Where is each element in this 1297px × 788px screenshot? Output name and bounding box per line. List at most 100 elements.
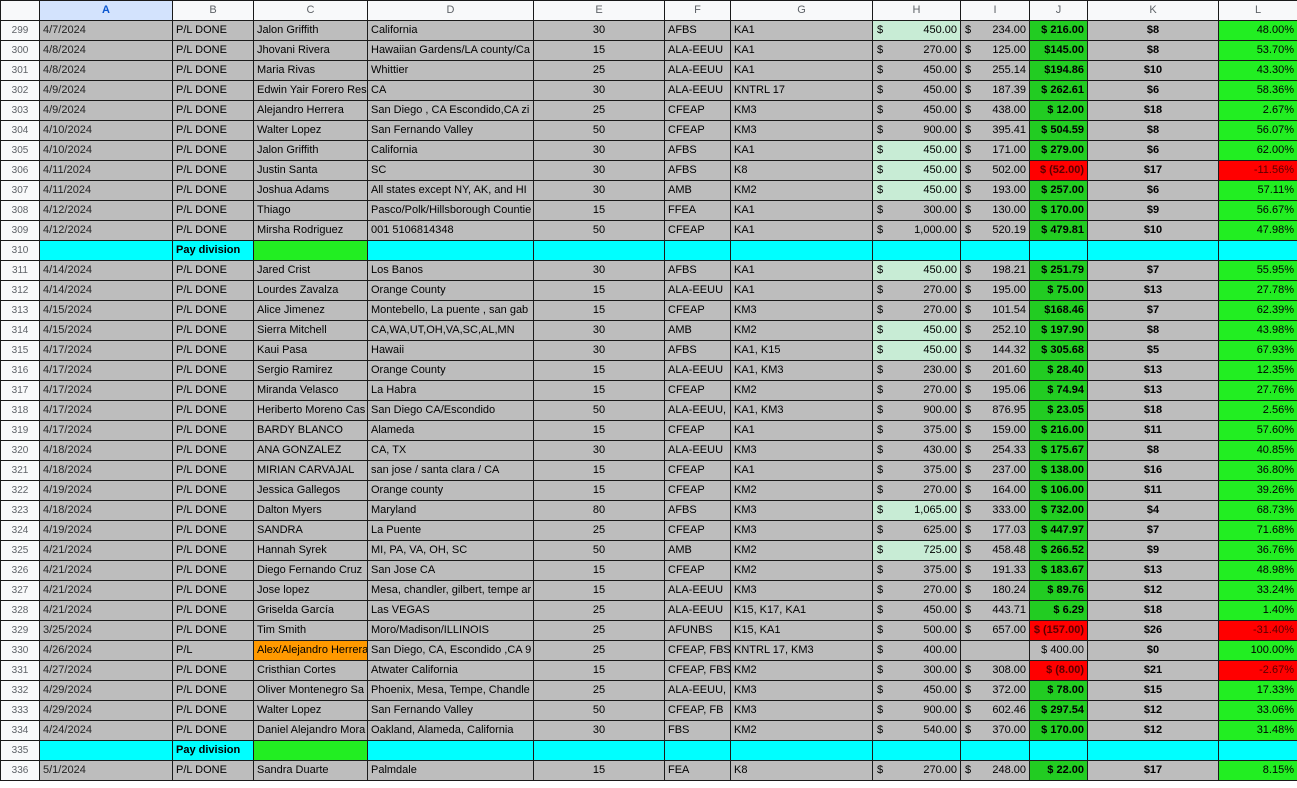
cell-program[interactable]: ALA-EEUU (664, 360, 731, 381)
cell-program[interactable]: CFEAP (664, 380, 731, 401)
cell-per-unit[interactable]: $17 (1087, 160, 1219, 181)
cell-profit[interactable]: $ 479.81 (1029, 220, 1088, 241)
cell-revenue[interactable]: $1,065.00 (872, 500, 961, 521)
cell-profit[interactable]: $ 504.59 (1029, 120, 1088, 141)
cell-program[interactable]: ALA-EEUU, (664, 400, 731, 421)
cell-margin[interactable]: 100.00% (1218, 640, 1297, 661)
cell-margin[interactable]: -11.56% (1218, 160, 1297, 181)
divider-cell[interactable] (1218, 740, 1297, 761)
cell-quantity[interactable]: 30 (533, 720, 665, 741)
cell-revenue[interactable]: $450.00 (872, 180, 961, 201)
cell-quantity[interactable]: 30 (533, 320, 665, 341)
cell-kit[interactable]: KM2 (730, 320, 873, 341)
cell-per-unit[interactable]: $18 (1087, 400, 1219, 421)
cell-program[interactable]: AFBS (664, 340, 731, 361)
cell-quantity[interactable]: 30 (533, 260, 665, 281)
cell-revenue[interactable]: $540.00 (872, 720, 961, 741)
cell-profit[interactable]: $ 170.00 (1029, 200, 1088, 221)
cell-location[interactable]: Maryland (367, 500, 534, 521)
cell-cost[interactable]: $144.32 (960, 340, 1030, 361)
row-number[interactable]: 319 (0, 420, 40, 441)
cell-status[interactable]: P/L DONE (172, 100, 254, 121)
cell-status[interactable]: P/L DONE (172, 540, 254, 561)
cell-date[interactable]: 4/12/2024 (39, 220, 173, 241)
column-header-b[interactable]: B (172, 0, 254, 21)
cell-kit[interactable]: KA1 (730, 60, 873, 81)
pay-division-label[interactable]: Pay division (172, 740, 254, 761)
cell-date[interactable]: 4/14/2024 (39, 260, 173, 281)
cell-kit[interactable]: KM2 (730, 720, 873, 741)
cell-revenue[interactable]: $270.00 (872, 380, 961, 401)
cell-quantity[interactable]: 15 (533, 420, 665, 441)
cell-status[interactable]: P/L DONE (172, 520, 254, 541)
cell-location[interactable]: Atwater California (367, 660, 534, 681)
cell-location[interactable]: Hawaii (367, 340, 534, 361)
cell-date[interactable]: 4/8/2024 (39, 60, 173, 81)
cell-margin[interactable]: 8.15% (1218, 760, 1297, 781)
cell-name[interactable]: Jalon Griffith (253, 140, 368, 161)
cell-kit[interactable]: KA1 (730, 140, 873, 161)
cell-profit[interactable]: $ 197.90 (1029, 320, 1088, 341)
cell-per-unit[interactable]: $5 (1087, 340, 1219, 361)
cell-location[interactable]: San Diego CA/Escondido (367, 400, 534, 421)
cell-program[interactable]: CFEAP (664, 560, 731, 581)
row-number[interactable]: 305 (0, 140, 40, 161)
cell-margin[interactable]: 58.36% (1218, 80, 1297, 101)
cell-profit[interactable]: $ 297.54 (1029, 700, 1088, 721)
cell-kit[interactable]: KA1 (730, 460, 873, 481)
column-header-j[interactable]: J (1029, 0, 1088, 21)
cell-margin[interactable]: 2.67% (1218, 100, 1297, 121)
cell-quantity[interactable]: 15 (533, 560, 665, 581)
cell-program[interactable]: FFEA (664, 200, 731, 221)
cell-per-unit[interactable]: $21 (1087, 660, 1219, 681)
cell-quantity[interactable]: 25 (533, 600, 665, 621)
cell-quantity[interactable]: 30 (533, 340, 665, 361)
cell-revenue[interactable]: $270.00 (872, 280, 961, 301)
cell-kit[interactable]: KA1, KM3 (730, 400, 873, 421)
cell-location[interactable]: Orange County (367, 360, 534, 381)
cell-per-unit[interactable]: $11 (1087, 480, 1219, 501)
cell-revenue[interactable]: $450.00 (872, 80, 961, 101)
cell-quantity[interactable]: 30 (533, 20, 665, 41)
cell-profit[interactable]: $ 216.00 (1029, 420, 1088, 441)
cell-date[interactable]: 4/21/2024 (39, 580, 173, 601)
row-number[interactable]: 300 (0, 40, 40, 61)
row-number[interactable]: 320 (0, 440, 40, 461)
cell-program[interactable]: ALA-EEUU, (664, 680, 731, 701)
cell-location[interactable]: San Jose CA (367, 560, 534, 581)
cell-program[interactable]: CFEAP (664, 420, 731, 441)
row-number[interactable]: 325 (0, 540, 40, 561)
cell-per-unit[interactable]: $13 (1087, 560, 1219, 581)
cell-margin[interactable]: 27.78% (1218, 280, 1297, 301)
divider-cell[interactable] (960, 240, 1030, 261)
cell-date[interactable]: 4/17/2024 (39, 340, 173, 361)
cell-margin[interactable]: 55.95% (1218, 260, 1297, 281)
cell-profit[interactable]: $ 138.00 (1029, 460, 1088, 481)
cell-name[interactable]: Thiago (253, 200, 368, 221)
cell-date[interactable]: 4/18/2024 (39, 460, 173, 481)
cell-status[interactable]: P/L DONE (172, 340, 254, 361)
cell-location[interactable]: Los Banos (367, 260, 534, 281)
cell-cost[interactable]: $198.21 (960, 260, 1030, 281)
cell-quantity[interactable]: 30 (533, 180, 665, 201)
cell-cost[interactable]: $876.95 (960, 400, 1030, 421)
cell-profit[interactable]: $ 183.67 (1029, 560, 1088, 581)
cell-date[interactable]: 4/17/2024 (39, 380, 173, 401)
cell-revenue[interactable]: $230.00 (872, 360, 961, 381)
cell-cost[interactable]: $180.24 (960, 580, 1030, 601)
row-number[interactable]: 303 (0, 100, 40, 121)
cell-location[interactable]: San Diego, CA, Escondido ,CA 9 (367, 640, 534, 661)
row-number[interactable]: 333 (0, 700, 40, 721)
cell-location[interactable]: Alameda (367, 420, 534, 441)
cell-date[interactable]: 4/18/2024 (39, 440, 173, 461)
cell-location[interactable]: san jose / santa clara / CA (367, 460, 534, 481)
cell-status[interactable]: P/L DONE (172, 200, 254, 221)
cell-location[interactable]: Phoenix, Mesa, Tempe, Chandle (367, 680, 534, 701)
cell-revenue[interactable]: $900.00 (872, 400, 961, 421)
cell-location[interactable]: Las VEGAS (367, 600, 534, 621)
cell-cost[interactable]: $252.10 (960, 320, 1030, 341)
cell-date[interactable]: 4/8/2024 (39, 40, 173, 61)
cell-cost[interactable]: $191.33 (960, 560, 1030, 581)
cell-name[interactable]: Griselda García (253, 600, 368, 621)
cell-program[interactable]: CFEAP (664, 120, 731, 141)
